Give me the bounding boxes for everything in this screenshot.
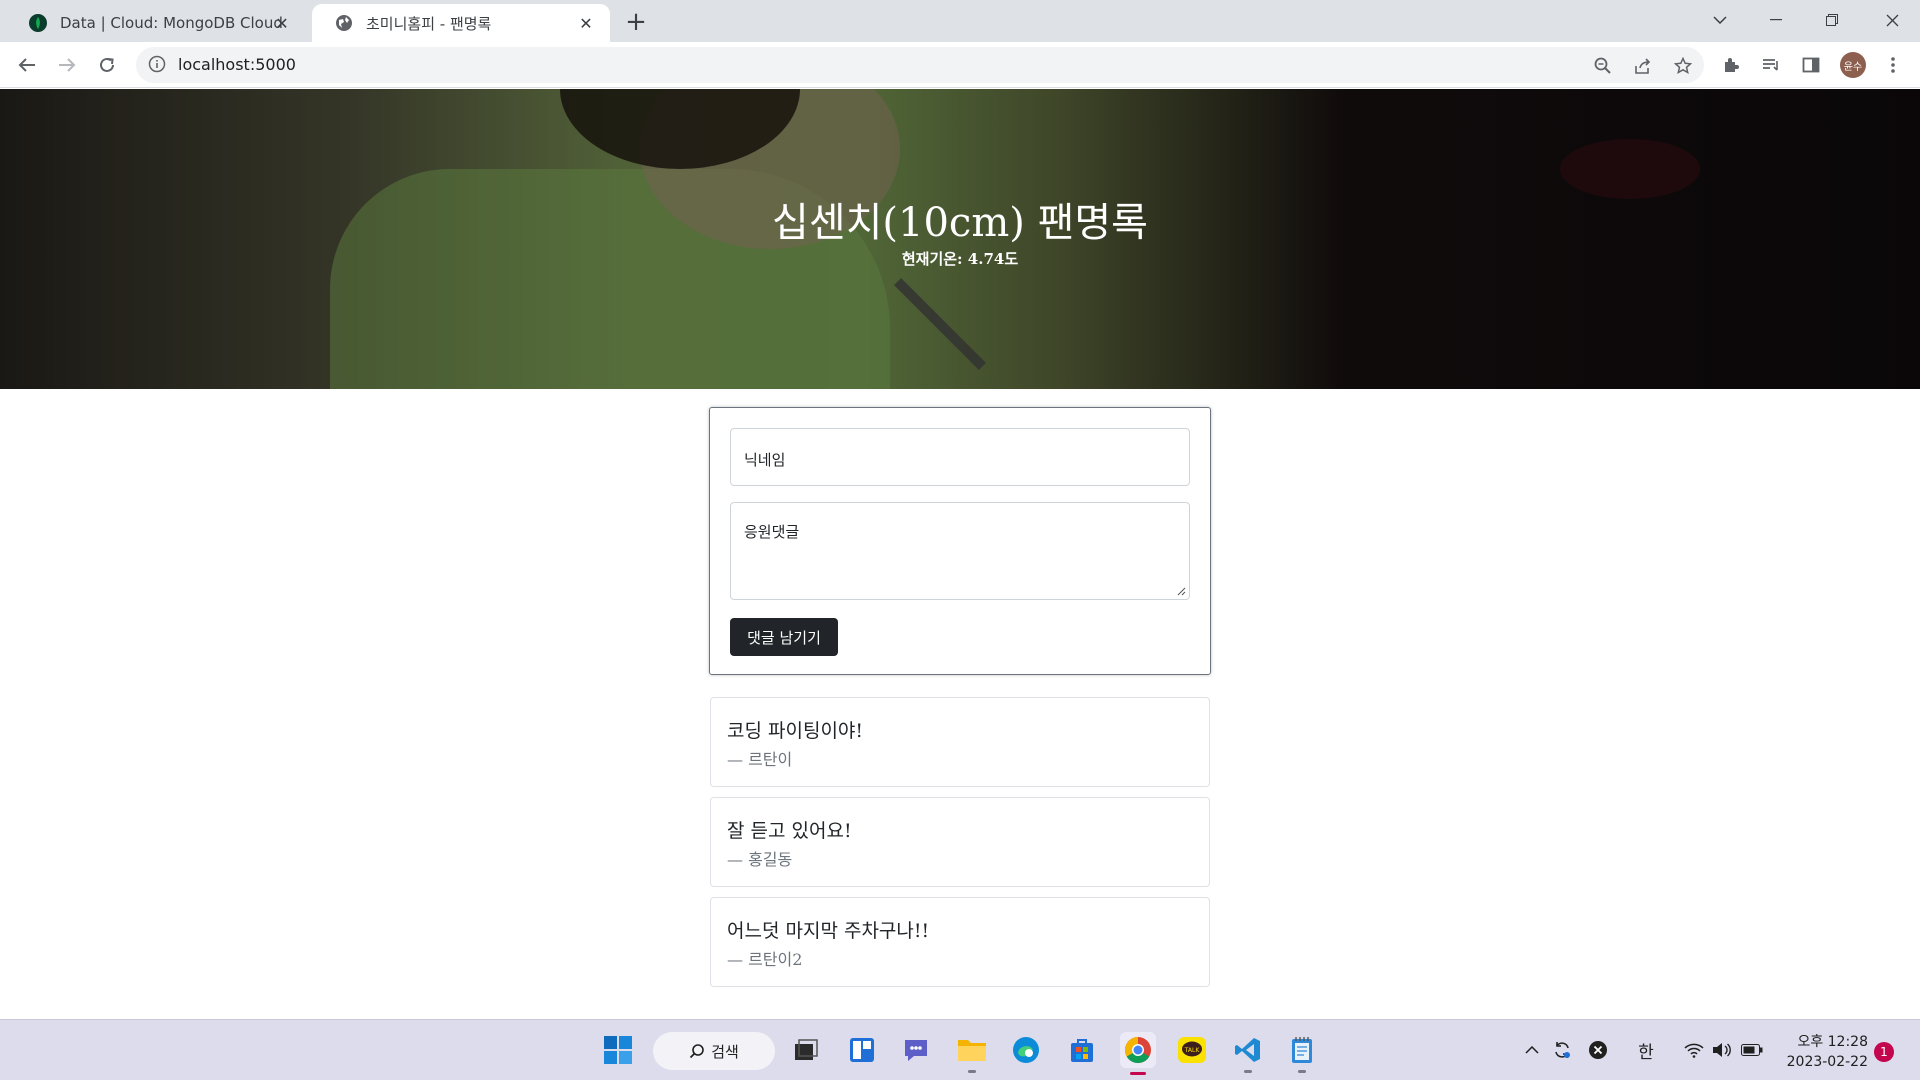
more-menu-icon[interactable]: [1882, 54, 1904, 76]
close-window-button[interactable]: [1864, 0, 1920, 40]
sync-icon[interactable]: [1550, 1038, 1574, 1062]
side-panel-icon[interactable]: [1800, 54, 1822, 76]
svg-text:TALK: TALK: [1184, 1047, 1201, 1054]
search-label: 검색: [711, 1042, 739, 1061]
avatar[interactable]: 윤수: [1840, 52, 1866, 78]
minimize-button[interactable]: [1748, 0, 1804, 40]
comment-author: — 르탄이2: [727, 950, 803, 969]
comment-text: 어느덧 마지막 주차구나!!: [727, 920, 930, 942]
system-clock[interactable]: 오후 12:28 2023-02-22: [1778, 1032, 1868, 1072]
resize-handle-icon[interactable]: [1176, 586, 1186, 596]
back-arrow-icon[interactable]: [12, 50, 42, 80]
address-bar[interactable]: localhost:5000: [136, 47, 1704, 83]
taskbar: 검색 TALK 한 오후 12:28 2023-02-22 1: [0, 1019, 1920, 1080]
comment-placeholder: 응원댓글: [744, 523, 800, 541]
kakaotalk-icon[interactable]: TALK: [1176, 1034, 1208, 1066]
volume-icon[interactable]: [1710, 1038, 1734, 1062]
comment-text: 코딩 파이팅이야!: [727, 720, 864, 742]
bookmark-star-icon[interactable]: [1672, 55, 1694, 77]
list-item: 어느덧 마지막 주차구나!! — 르탄이2: [710, 897, 1210, 987]
browser-toolbar: localhost:5000 윤수: [0, 42, 1920, 88]
tab-title: 초미니홈피 - 팬명록: [366, 14, 492, 33]
vscode-icon[interactable]: [1232, 1034, 1264, 1073]
clock-date: 2023-02-22: [1786, 1054, 1868, 1070]
windows-start-icon[interactable]: [602, 1034, 634, 1066]
mongodb-leaf-icon: [28, 13, 48, 33]
forward-arrow-icon[interactable]: [52, 50, 82, 80]
tab-strip: Data | Cloud: MongoDB Cloud ✕ 초미니홈피 - 팬명…: [0, 0, 1920, 42]
nickname-placeholder: 닉네임: [744, 451, 786, 469]
chrome-icon[interactable]: [1120, 1032, 1156, 1075]
page-title: 십센치(10cm) 팬명록: [772, 200, 1148, 246]
search-icon: [690, 1044, 704, 1059]
weather-text: 현재기온: 4.74도: [901, 250, 1019, 268]
submit-comment-button[interactable]: 댓글 남기기: [730, 618, 838, 656]
new-tab-button[interactable]: +: [622, 7, 650, 37]
battery-icon[interactable]: [1740, 1038, 1764, 1062]
restore-button[interactable]: [1804, 0, 1860, 40]
widgets-icon[interactable]: [846, 1034, 878, 1066]
close-circle-app-icon[interactable]: [1586, 1038, 1610, 1062]
tab-title: Data | Cloud: MongoDB Cloud: [60, 14, 283, 32]
comment-text: 잘 듣고 있어요!: [727, 820, 852, 842]
taskbar-search[interactable]: 검색: [653, 1032, 775, 1070]
edge-browser-icon[interactable]: [1010, 1034, 1042, 1066]
close-tab-icon[interactable]: ✕: [576, 13, 596, 33]
share-icon[interactable]: [1632, 55, 1654, 77]
close-tab-icon[interactable]: ✕: [272, 13, 292, 33]
tab-guestbook[interactable]: 초미니홈피 - 팬명록 ✕: [312, 4, 610, 42]
reading-list-icon[interactable]: [1760, 54, 1782, 76]
comment-textarea[interactable]: 응원댓글: [730, 502, 1190, 600]
info-icon[interactable]: [148, 55, 168, 75]
extensions-puzzle-icon[interactable]: [1720, 54, 1742, 76]
ime-indicator[interactable]: 한: [1634, 1038, 1658, 1063]
task-view-icon[interactable]: [790, 1034, 822, 1066]
globe-icon: [334, 13, 354, 33]
hero-banner: 십센치(10cm) 팬명록 현재기온: 4.74도: [0, 89, 1920, 389]
notepad-icon[interactable]: [1286, 1034, 1318, 1073]
tab-mongodb[interactable]: Data | Cloud: MongoDB Cloud ✕: [6, 4, 306, 42]
file-explorer-icon[interactable]: [956, 1034, 988, 1073]
comment-author: — 홍길동: [727, 850, 793, 869]
zoom-icon[interactable]: [1592, 55, 1614, 77]
notification-badge[interactable]: 1: [1874, 1042, 1894, 1062]
tab-search-chevron-icon[interactable]: [1692, 0, 1748, 40]
url-text: localhost:5000: [178, 55, 296, 74]
clock-time: 오후 12:28: [1797, 1034, 1868, 1050]
teams-chat-icon[interactable]: [900, 1034, 932, 1066]
wifi-icon[interactable]: [1682, 1038, 1706, 1062]
microsoft-store-icon[interactable]: [1066, 1034, 1098, 1066]
reload-icon[interactable]: [92, 50, 122, 80]
show-hidden-icons-chevron-icon[interactable]: [1520, 1038, 1544, 1062]
page-viewport: 십센치(10cm) 팬명록 현재기온: 4.74도 닉네임 응원댓글 댓글 남기…: [0, 89, 1920, 1019]
list-item: 코딩 파이팅이야! — 르탄이: [710, 697, 1210, 787]
comment-author: — 르탄이: [727, 750, 793, 769]
list-item: 잘 듣고 있어요! — 홍길동: [710, 797, 1210, 887]
nickname-input[interactable]: 닉네임: [730, 428, 1190, 486]
comment-form: 닉네임 응원댓글 댓글 남기기: [709, 407, 1211, 675]
